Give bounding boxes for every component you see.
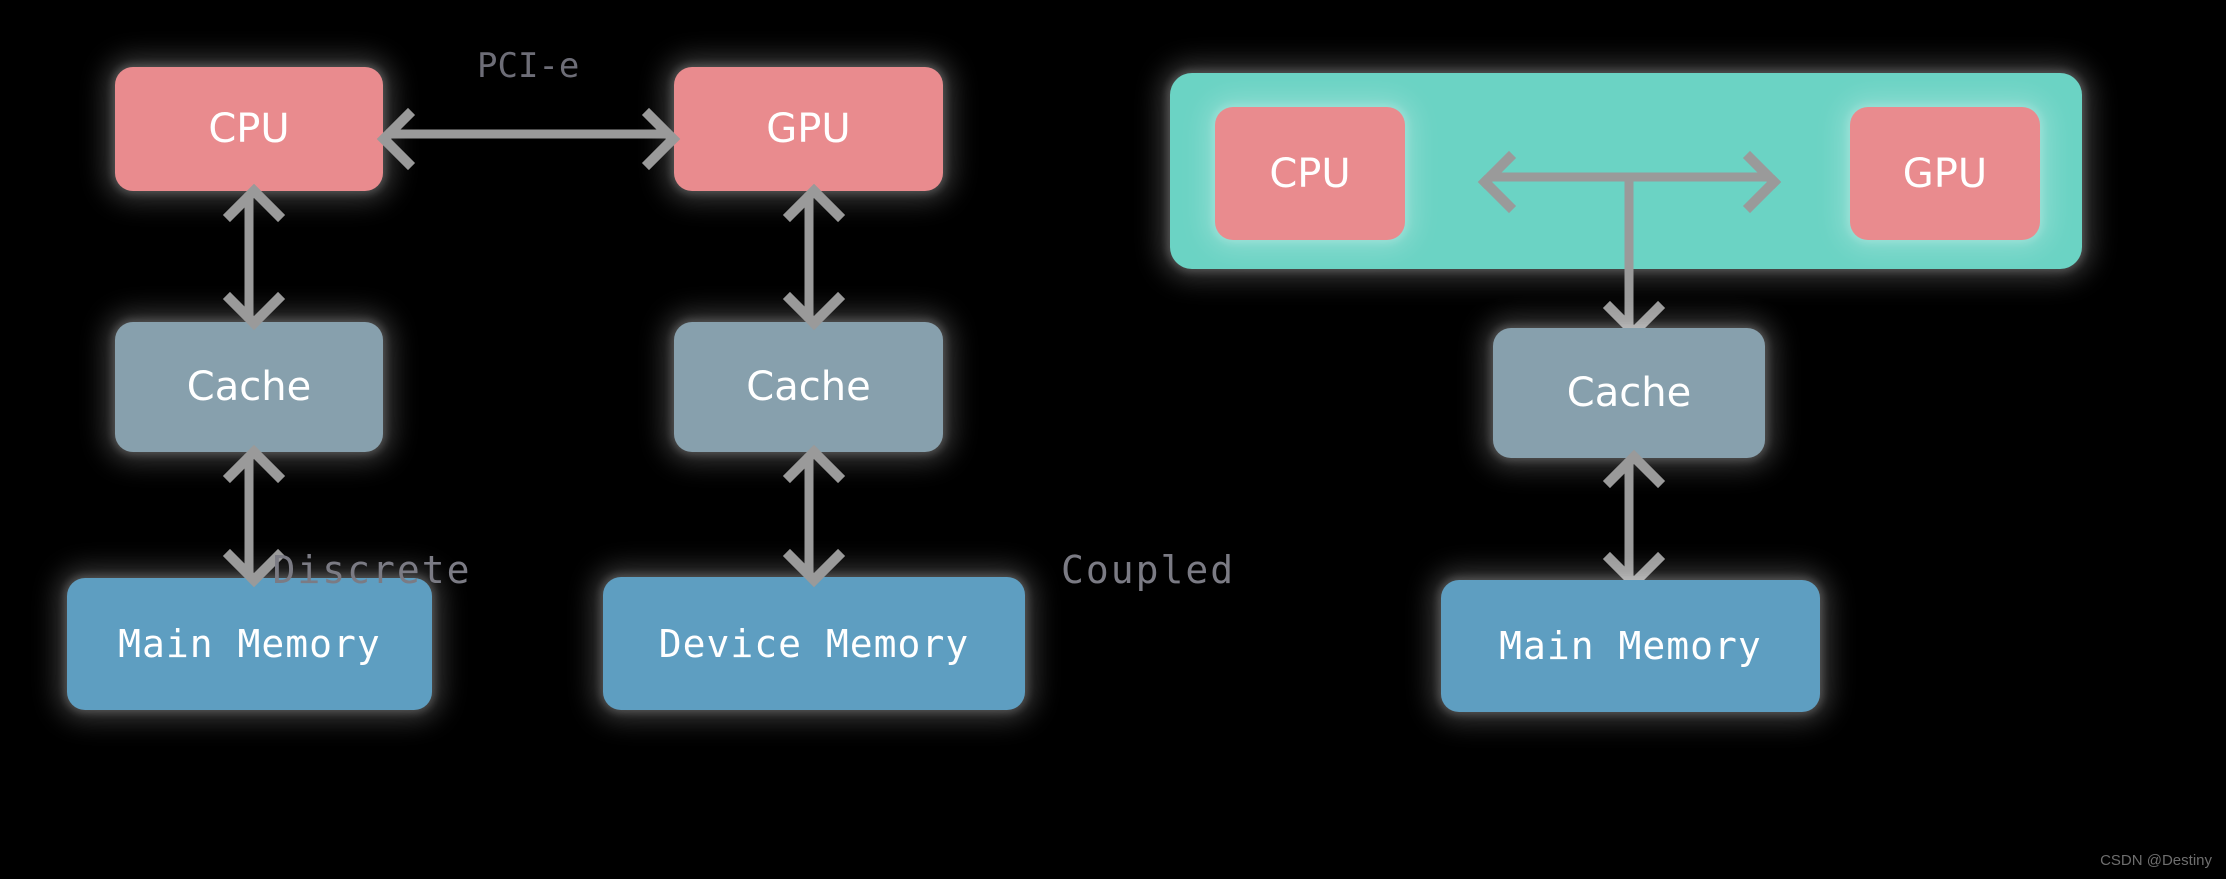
coupled-bus-to-cache-arrow [1602, 175, 1666, 340]
arrow-head-up-icon [222, 444, 286, 508]
arrow-head-down-icon [782, 267, 846, 331]
discrete-gpu-cache-label: Cache [746, 364, 871, 410]
discrete-device-memory-label: Device Memory [658, 621, 970, 666]
discrete-caption: Discrete [272, 548, 472, 592]
discrete-main-memory-node[interactable]: Main Memory [67, 578, 432, 710]
discrete-main-memory-label: Main Memory [118, 622, 381, 666]
discrete-gpu-node[interactable]: GPU [674, 67, 943, 191]
coupled-main-memory-label: Main Memory [1499, 624, 1762, 668]
discrete-gpu-label: GPU [766, 106, 851, 152]
discrete-cache-main-memory-arrow [222, 444, 286, 588]
pcie-bidirectional-arrow [376, 107, 681, 171]
coupled-cpu-node[interactable]: CPU [1215, 107, 1405, 240]
discrete-cpu-cache-node[interactable]: Cache [115, 322, 383, 452]
watermark-text: CSDN @Destiny [2100, 852, 2212, 869]
coupled-cache-label: Cache [1566, 370, 1692, 416]
diagram-canvas: CPU GPU PCI-e Cache Cache Main Memory De… [0, 0, 2226, 879]
discrete-gpu-cache-arrow [782, 183, 846, 331]
coupled-cache-node[interactable]: Cache [1493, 328, 1765, 458]
arrow-head-up-icon [782, 183, 846, 247]
discrete-device-memory-node[interactable]: Device Memory [603, 577, 1025, 710]
discrete-cpu-cache-label: Cache [186, 364, 312, 410]
arrow-head-up-icon [222, 183, 286, 247]
arrow-head-left-icon [376, 107, 440, 171]
coupled-gpu-label: GPU [1902, 150, 1988, 197]
pcie-edge-label: PCI-e [477, 46, 580, 86]
arrow-head-up-icon [1602, 449, 1666, 513]
coupled-caption: Coupled [1061, 548, 1236, 592]
arrow-head-right-icon [617, 107, 681, 171]
arrow-head-down-icon [222, 267, 286, 331]
discrete-cpu-label: CPU [208, 106, 290, 152]
coupled-cpu-label: CPU [1269, 150, 1351, 197]
discrete-cpu-node[interactable]: CPU [115, 67, 383, 191]
discrete-gpu-cache-node[interactable]: Cache [674, 322, 943, 452]
discrete-cpu-cache-arrow [222, 183, 286, 331]
coupled-cache-main-memory-arrow [1602, 449, 1666, 591]
discrete-cache-device-memory-arrow [782, 444, 846, 588]
arrow-head-up-icon [782, 444, 846, 508]
coupled-gpu-node[interactable]: GPU [1850, 107, 2040, 240]
coupled-main-memory-node[interactable]: Main Memory [1441, 580, 1820, 712]
